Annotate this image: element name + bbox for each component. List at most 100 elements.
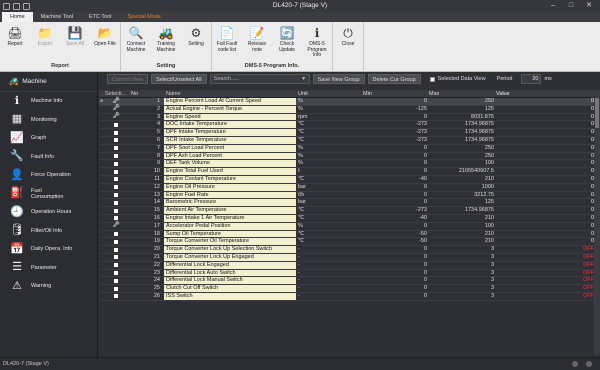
row-select-cell[interactable] (105, 293, 127, 300)
tab-home[interactable]: Home (2, 12, 33, 22)
table-row[interactable]: 4 DOC Intake Temperature ℃ -273 1734.96875 0 (99, 121, 600, 130)
selection-checkbox[interactable] (114, 270, 118, 275)
table-row[interactable]: 6 SCR Intake Temperature ℃ -273 1734.96875 0 (99, 136, 600, 145)
selection-checkbox[interactable] (114, 286, 118, 291)
selection-checkbox[interactable] (114, 153, 118, 158)
period-input[interactable]: 20 (521, 74, 542, 84)
row-select-cell[interactable] (105, 238, 127, 245)
table-row[interactable]: 25 Clutch Cut Off Switch - 0 3 OFF (99, 285, 600, 293)
tab-special-mode[interactable]: Special Mode (120, 12, 169, 22)
chevron-down-icon[interactable]: ▾ (299, 75, 309, 83)
export-button[interactable]: 📁 Export (30, 22, 60, 62)
row-select-cell[interactable] (105, 184, 127, 191)
search-input[interactable]: Search..... (214, 75, 239, 83)
sidebar-item-filter[interactable]: 🛢 Filter/Oil Info (0, 222, 97, 241)
check-update-button[interactable]: 🔄 Check Update (272, 22, 302, 62)
selection-checkbox[interactable] (114, 216, 118, 221)
table-row[interactable]: 9 DEF Tank Volume% 0 100 0 (99, 160, 600, 169)
table-row[interactable]: ▸ 🗝 1 Engine Percent Load At Current Speed%… (99, 98, 600, 106)
maximize-button[interactable]: □ (562, 0, 580, 12)
minimize-button[interactable]: – (544, 0, 562, 12)
grid-scrollbar[interactable] (594, 90, 600, 355)
tab-etc-tool[interactable]: ETC Tool (81, 12, 120, 22)
row-select-cell[interactable] (105, 192, 127, 199)
table-row[interactable]: 14 Barometric Pressure bar 0 125 0 (99, 199, 600, 208)
select-all-button[interactable]: Select/Unselect All (151, 74, 207, 84)
sidebar-item-fuel[interactable]: ⛽ Fuel Consumption (0, 185, 97, 204)
col-name[interactable]: Name (164, 90, 296, 97)
table-row[interactable]: 12 Engine Oil Pressure bar 0 1000 0 (99, 183, 600, 192)
row-select-cell[interactable]: 🗝 (105, 98, 127, 105)
release-note-button[interactable]: 📝 Release note (242, 22, 272, 62)
table-row[interactable]: 26 ISS Switch - 0 3 OFF (99, 292, 600, 301)
row-select-cell[interactable] (105, 153, 127, 160)
delete-group-button[interactable]: Delete Cur Group (367, 74, 421, 84)
close-window-button[interactable]: ✕ (580, 0, 598, 12)
col-selection[interactable]: Selecti... (105, 90, 127, 97)
selection-checkbox[interactable] (114, 247, 118, 252)
key-icon[interactable]: 🗝 (112, 113, 120, 121)
control-view-button[interactable]: Control View (107, 74, 149, 84)
sidebar-item-clock[interactable]: 🕘 Operation Hours (0, 203, 97, 222)
sidebar-item-fault[interactable]: 🔧 Fault Info (0, 148, 97, 167)
save-new-group-button[interactable]: Save New Group (312, 74, 365, 84)
selection-checkbox[interactable] (114, 169, 118, 174)
row-select-cell[interactable] (105, 285, 127, 292)
selection-checkbox[interactable] (114, 122, 118, 127)
row-select-cell[interactable] (105, 129, 127, 136)
training-button[interactable]: 🚜 Training Machine (151, 22, 181, 62)
col-unit[interactable]: Unit (296, 90, 363, 97)
sidebar-item-graph[interactable]: 📈 Graph (0, 129, 97, 148)
row-select-cell[interactable] (105, 215, 127, 222)
selection-checkbox[interactable] (114, 294, 118, 299)
row-select-cell[interactable] (105, 231, 127, 238)
sidebar-item-warning[interactable]: ⚠ Warning (0, 277, 97, 296)
row-select-cell[interactable] (105, 121, 127, 128)
row-select-cell[interactable] (105, 137, 127, 144)
redo-icon[interactable] (23, 2, 30, 10)
row-select-cell[interactable] (105, 176, 127, 183)
table-row[interactable]: 19 Torque Converter Oil Temperature ℃ -50 21… (99, 238, 600, 247)
selection-checkbox[interactable] (114, 239, 118, 244)
selection-checkbox[interactable] (114, 208, 118, 213)
sidebar-header[interactable]: 🚜 Machine (0, 72, 97, 92)
selection-checkbox[interactable] (114, 263, 118, 268)
table-row[interactable]: 🗝 2 Actual Engine - Percent Torque% -125 125… (99, 105, 600, 114)
row-select-cell[interactable] (105, 277, 127, 284)
selection-checkbox[interactable] (114, 278, 118, 283)
table-row[interactable]: 8 DPF Ash Load Percent% 0 250 0 (99, 152, 600, 161)
selection-checkbox[interactable] (114, 146, 118, 151)
table-row[interactable]: 7 DPF Soot Load Percent% 0 250 0 (99, 144, 600, 153)
col-value[interactable]: Value (496, 90, 600, 97)
selection-checkbox[interactable] (114, 138, 118, 143)
scroll-thumb[interactable] (595, 98, 599, 128)
info-button[interactable]: ℹ DMS-5 Program Info (302, 22, 332, 62)
selection-checkbox[interactable] (114, 200, 118, 205)
table-row[interactable]: 24 Differential Lock Manual Switch - 0 3 OFF (99, 277, 600, 286)
connect-button[interactable]: 🔍 Connect Machine (121, 22, 151, 62)
table-row[interactable]: 23 Differential Lock Auto Switch - 0 3 OFF (99, 269, 600, 278)
row-select-cell[interactable]: 🗝 (105, 222, 127, 230)
sidebar-item-monitoring[interactable]: ▦ Monitoring (0, 111, 97, 130)
gear-button[interactable]: ⚙ Setting (181, 22, 211, 62)
table-row[interactable]: 15 Ambient Air Temperature ℃ -273 1734.96875… (99, 207, 600, 215)
open-file-button[interactable]: 📂 Open File (90, 22, 120, 62)
close-button[interactable]: ⏻ Close (333, 22, 363, 62)
table-row[interactable]: 18 Sump Oil Temperature ℃ -50 210 0 (99, 230, 600, 239)
row-select-cell[interactable] (105, 262, 127, 269)
sidebar-item-parameter[interactable]: ☰ Parameter (0, 259, 97, 278)
row-select-cell[interactable]: 🗝 (105, 113, 127, 121)
selection-checkbox[interactable] (114, 185, 118, 190)
key-icon[interactable]: 🗝 (112, 105, 120, 113)
row-select-cell[interactable] (105, 168, 127, 175)
selection-checkbox[interactable] (114, 192, 118, 197)
save-icon[interactable] (3, 2, 10, 10)
row-select-cell[interactable] (105, 246, 127, 253)
fault-list-button[interactable]: 📄 Full Fault code list (212, 22, 242, 62)
sidebar-item-force-operation[interactable]: 👤 Force Operation (0, 166, 97, 185)
table-row[interactable]: 11 Engine Coolant Temperature ℃ -40 210 0 (99, 175, 600, 184)
save-all-button[interactable]: 💾 Save All (60, 22, 90, 62)
key-icon[interactable]: 🗝 (112, 222, 120, 230)
row-select-cell[interactable] (105, 199, 127, 206)
row-select-cell[interactable] (105, 270, 127, 277)
